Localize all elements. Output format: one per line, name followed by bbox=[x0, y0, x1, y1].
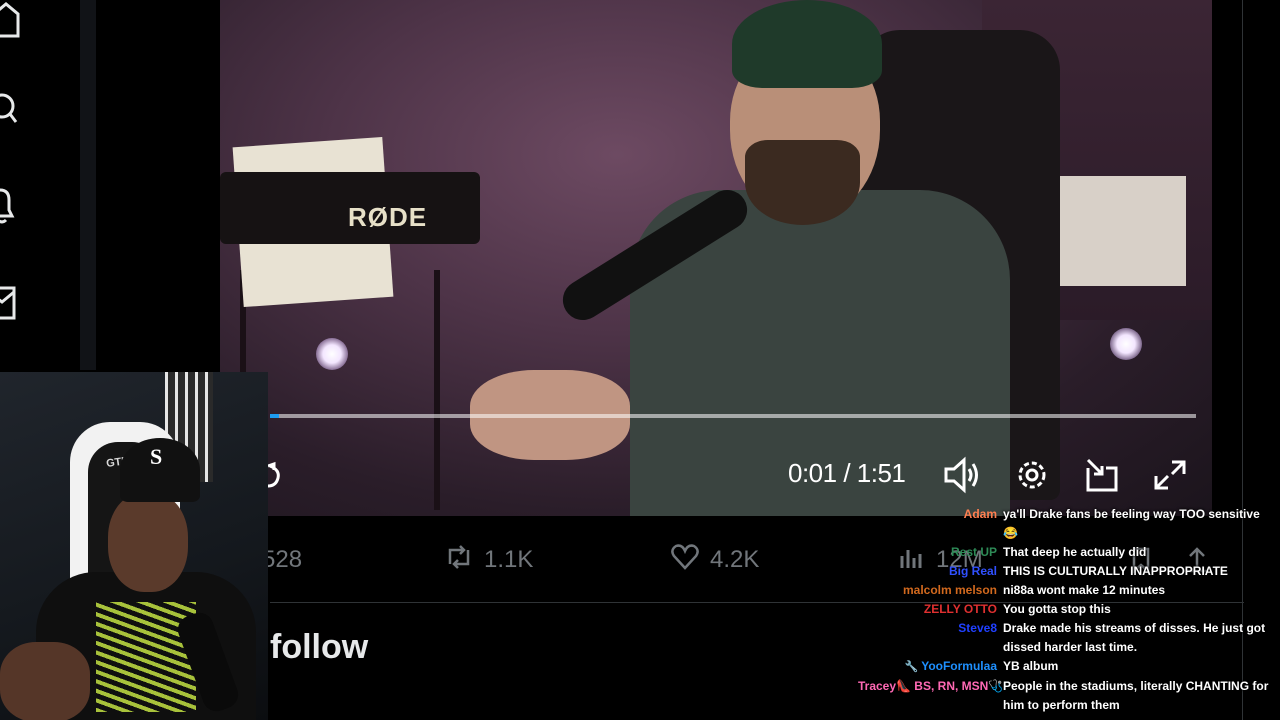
streamer-webcam: GTRACING S bbox=[0, 372, 268, 720]
webcam-person-arm bbox=[0, 642, 90, 720]
video-player[interactable]: RØDE bbox=[220, 0, 1212, 516]
video-lamp-right bbox=[1110, 328, 1142, 360]
chat-username: Steve8 bbox=[958, 621, 997, 635]
chat-text: People in the stadiums, literally CHANTI… bbox=[1003, 679, 1269, 712]
chat-message: Adam ya'll Drake fans be feeling way TOO… bbox=[858, 505, 1270, 543]
repost-count: 1.1K bbox=[484, 546, 534, 573]
chat-text: ni88a wont make 12 minutes bbox=[1003, 583, 1166, 597]
chat-username: Tracey👠 BS, RN, MSN🩺 bbox=[858, 679, 1004, 693]
video-progress-fill bbox=[270, 414, 280, 418]
chat-username: Adam bbox=[963, 507, 997, 521]
video-progress-bar[interactable] bbox=[270, 414, 1196, 418]
left-navigation bbox=[0, 0, 96, 370]
reply-count: 528 bbox=[262, 546, 303, 573]
video-person-beard bbox=[745, 140, 860, 225]
repost-icon bbox=[444, 542, 474, 579]
reply-button[interactable]: 528 bbox=[262, 540, 302, 580]
nav-scroll-rail bbox=[80, 0, 96, 370]
chat-message: ZELLY OTTO You gotta stop this bbox=[858, 600, 1270, 619]
stream-chat: Adam ya'll Drake fans be feeling way TOO… bbox=[858, 505, 1270, 715]
chat-username: Rest UP bbox=[950, 545, 997, 559]
chat-text: That deep he actually did bbox=[1003, 545, 1147, 559]
chat-username: malcolm melson bbox=[902, 583, 997, 597]
chat-message: Big Real THIS IS CULTURALLY INAPPROPRIAT… bbox=[858, 562, 1270, 581]
like-button[interactable]: 4.2K bbox=[670, 540, 759, 580]
chat-username: Big Real bbox=[948, 564, 997, 578]
chat-text: Drake made his streams of disses. He jus… bbox=[1003, 621, 1266, 654]
chat-text: ya'll Drake fans be feeling way TOO sens… bbox=[1003, 507, 1260, 540]
heart-icon bbox=[670, 542, 700, 579]
repost-button[interactable]: 1.1K bbox=[444, 540, 533, 580]
volume-icon[interactable] bbox=[942, 456, 982, 494]
chat-message: Steve8 Drake made his streams of disses.… bbox=[858, 619, 1270, 657]
chat-text: THIS IS CULTURALLY INAPPROPRIATE bbox=[1003, 564, 1228, 578]
chat-text: YB album bbox=[1003, 659, 1059, 673]
search-icon[interactable] bbox=[0, 88, 26, 128]
video-lamp-left bbox=[316, 338, 348, 370]
chat-username: ZELLY OTTO bbox=[923, 602, 997, 616]
video-timecode: 0:01 / 1:51 bbox=[788, 458, 906, 488]
settings-icon[interactable] bbox=[1012, 456, 1052, 494]
home-icon[interactable] bbox=[0, 0, 26, 40]
video-person-cap bbox=[732, 0, 882, 88]
mic-brand-label: RØDE bbox=[348, 202, 428, 232]
chat-username: YooFormulaa bbox=[921, 659, 997, 673]
chat-message: Tracey👠 BS, RN, MSN🩺 People in the stadi… bbox=[858, 677, 1270, 715]
chat-message: 🔧 YooFormulaa YB album bbox=[858, 657, 1270, 677]
notifications-icon[interactable] bbox=[0, 186, 26, 226]
chat-message: Rest UP That deep he actually did bbox=[858, 543, 1270, 562]
who-to-follow-heading: follow bbox=[270, 628, 369, 666]
cap-logo: S bbox=[150, 444, 163, 469]
chat-message: malcolm melson ni88a wont make 12 minute… bbox=[858, 581, 1270, 600]
webcam-person-face bbox=[108, 492, 188, 592]
chat-user-cell: 🔧 YooFormulaa bbox=[858, 657, 1003, 677]
pip-icon[interactable] bbox=[1082, 456, 1122, 494]
messages-icon[interactable] bbox=[0, 282, 26, 322]
like-count: 4.2K bbox=[710, 546, 760, 573]
video-box bbox=[1044, 176, 1186, 286]
wrench-icon: 🔧 bbox=[904, 661, 919, 673]
fullscreen-icon[interactable] bbox=[1150, 456, 1190, 494]
chat-text: You gotta stop this bbox=[1003, 602, 1111, 616]
